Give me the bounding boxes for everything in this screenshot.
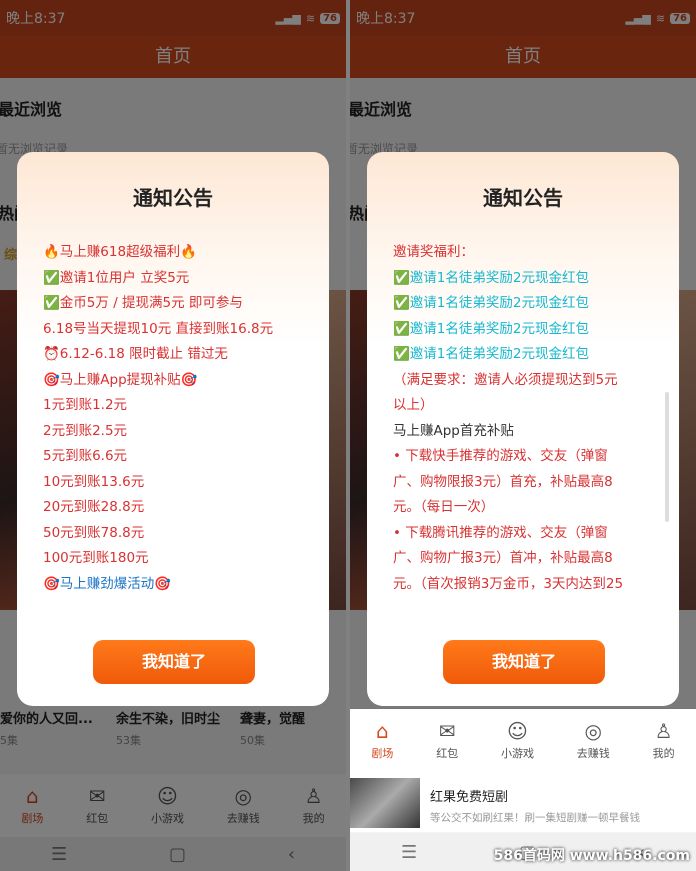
- notice-line: 以上）: [393, 397, 434, 413]
- tab-mine[interactable]: ♙我的: [653, 720, 675, 761]
- dialog-title: 通知公告: [133, 186, 213, 210]
- notice-line: • 下载快手推荐的游戏、交友（弹窗: [393, 448, 608, 464]
- notice-line: 邀请奖福利：: [393, 244, 474, 260]
- notice-line: 🎯马上赚App提现补贴🎯: [43, 371, 198, 388]
- notice-line: 20元到账28.8元: [43, 499, 145, 515]
- notice-line: 2元到账2.5元: [43, 422, 128, 439]
- tab-earn[interactable]: ◎去赚钱: [577, 720, 610, 761]
- envelope-icon: ✉: [438, 719, 456, 743]
- notice-line: 100元到账180元: [43, 550, 149, 566]
- notice-line: ✅金币5万 / 提现满5元 即可参与: [43, 295, 243, 311]
- coin-icon: ◎: [584, 719, 602, 743]
- user-icon: ♙: [654, 719, 673, 743]
- confirm-button[interactable]: 我知道了: [93, 640, 255, 684]
- ad-banner[interactable]: 红果免费短剧 等公交不如刷红果！刷一集短剧赚一顿早餐钱: [350, 772, 696, 832]
- confirm-button[interactable]: 我知道了: [443, 640, 605, 684]
- watermark: 586首码网 www.h586.com: [493, 848, 690, 864]
- notice-dialog: 通知公告 邀请奖福利： ✅邀请1名徒弟奖励2元现金红包 ✅邀请1名徒弟奖励2元现金红…: [367, 152, 679, 706]
- notice-line: 1元到账1.2元: [43, 397, 128, 413]
- notice-line: （满足要求：邀请人必须提现达到5元: [393, 371, 618, 388]
- notice-line: 50元到账78.8元: [43, 524, 145, 541]
- notice-line: 元。（每日一次）: [393, 499, 495, 515]
- house-icon: ⌂: [376, 719, 389, 743]
- notice-line: 🔥马上赚618超级福利🔥: [43, 244, 197, 260]
- notice-line: 🎯马上赚劲爆活动🎯: [43, 575, 172, 592]
- notice-line: ✅邀请1名徒弟奖励2元现金红包: [393, 295, 589, 311]
- tab-theater[interactable]: ⌂剧场: [371, 720, 393, 761]
- tab-redpacket[interactable]: ✉红包: [436, 720, 458, 761]
- notice-line: • 下载腾讯推荐的游戏、交友（弹窗: [393, 524, 608, 541]
- dialog-body[interactable]: 🔥马上赚618超级福利🔥 ✅邀请1位用户 立奖5元 ✅金币5万 / 提现满5元 即可…: [43, 240, 307, 610]
- dialog-scrollbar[interactable]: [665, 392, 669, 522]
- ad-thumbnail: [350, 778, 420, 828]
- left-screenshot: 晚上8:37 ▂▄▆ ≋ 76 首页 最近浏览 暂无浏览记录 热门 综 爱你的人…: [0, 0, 346, 871]
- dialog-body[interactable]: 邀请奖福利： ✅邀请1名徒弟奖励2元现金红包 ✅邀请1名徒弟奖励2元现金红包 ✅邀请1…: [393, 240, 657, 610]
- notice-line: ⏰6.12-6.18 限时截止 错过无: [43, 346, 228, 362]
- notice-line: 元。（首次报销3万金币，3天内达到25: [393, 575, 624, 592]
- tab-bar: ⌂剧场 ✉红包 ☺小游戏 ◎去赚钱 ♙我的: [350, 708, 696, 772]
- dialog-title: 通知公告: [483, 186, 563, 210]
- notice-line: 6.18号当天提现10元 直接到账16.8元: [43, 320, 274, 337]
- notice-line: 10元到账13.6元: [43, 473, 145, 490]
- ad-title: 红果免费短剧: [430, 790, 509, 805]
- notice-dialog: 通知公告 🔥马上赚618超级福利🔥 ✅邀请1位用户 立奖5元 ✅金币5万 / 提现满…: [17, 152, 329, 706]
- notice-line: ✅邀请1名徒弟奖励2元现金红包: [393, 346, 589, 362]
- notice-line: 广、购物限报3元）首充，补贴最高8: [393, 473, 613, 490]
- notice-line: 马上赚App首充补贴: [393, 422, 514, 439]
- right-screenshot: 晚上8:37 ▂▄▆ ≋ 76 首页 最近浏览 暂无浏览记录 热门 ⌂剧场 ✉红…: [350, 0, 696, 871]
- notice-line: 5元到账6.6元: [43, 448, 128, 464]
- ad-desc: 等公交不如刷红果！刷一集短剧赚一顿早餐钱: [430, 812, 640, 824]
- notice-line: ✅邀请1名徒弟奖励2元现金红包: [393, 320, 589, 337]
- notice-line: 广、购物广报3元）首冲，补贴最高8: [393, 550, 613, 566]
- menu-icon[interactable]: ☰: [401, 842, 417, 863]
- gamepad-icon: ☺: [507, 719, 528, 743]
- notice-line: ✅邀请1名徒弟奖励2元现金红包: [393, 269, 589, 286]
- tab-minigame[interactable]: ☺小游戏: [501, 720, 534, 761]
- notice-line: ✅邀请1位用户 立奖5元: [43, 269, 190, 286]
